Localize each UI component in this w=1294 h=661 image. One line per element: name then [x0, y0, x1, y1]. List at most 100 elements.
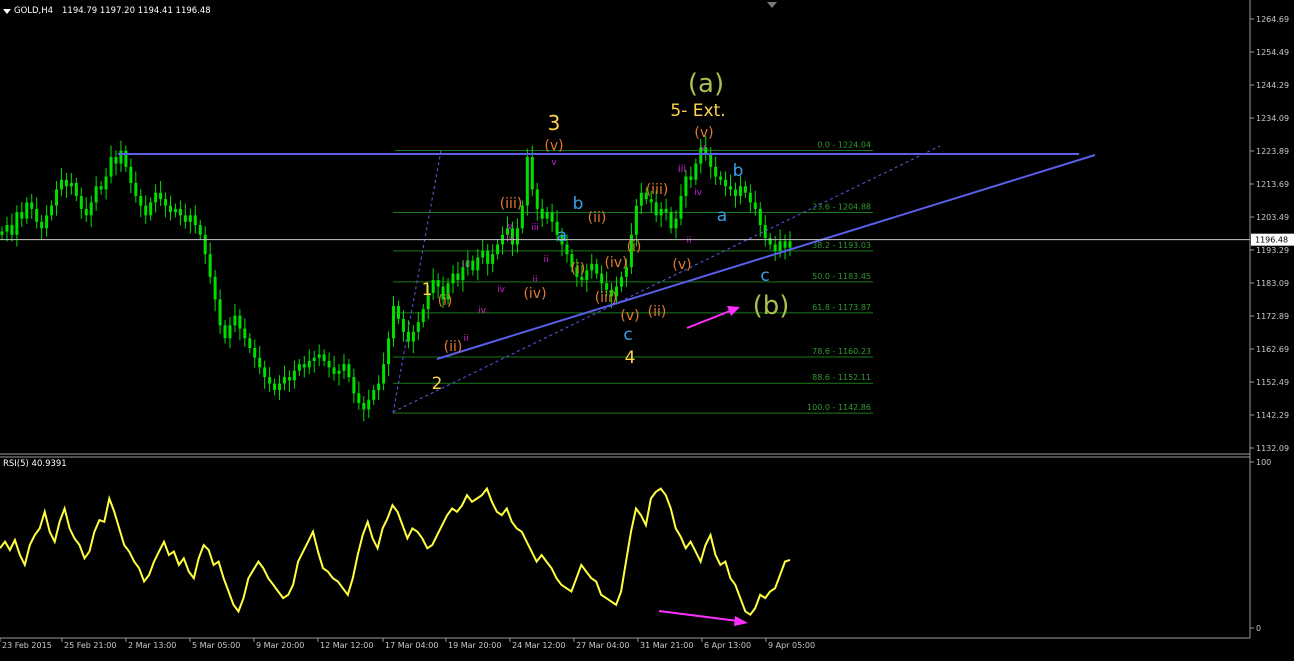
candle-body	[193, 215, 197, 226]
candle-body	[724, 179, 728, 187]
candle-body	[654, 202, 658, 216]
candle-body	[233, 315, 237, 326]
candle-body	[109, 157, 113, 177]
candle-body	[55, 189, 59, 206]
candle-body	[50, 205, 54, 216]
price-tick-label: 1152.49	[1256, 378, 1289, 387]
candle-body	[496, 244, 500, 255]
candle-body	[634, 205, 638, 235]
time-tick-label: 23 Feb 2015	[2, 641, 52, 650]
wave-label: iii	[462, 260, 470, 270]
time-tick-label: 9 Apr 05:00	[768, 641, 815, 650]
fib-level-label: 61.8 - 1173.87	[812, 303, 871, 312]
candle-body	[669, 212, 673, 229]
candle-body	[411, 331, 415, 342]
price-tick-label: 1162.69	[1256, 345, 1289, 354]
candle-body	[208, 254, 212, 277]
time-tick-label: 17 Mar 04:00	[385, 641, 438, 650]
candle-body	[550, 212, 554, 222]
fib-level-label: 78.6 - 1160.23	[812, 347, 871, 356]
fib-level-label: 88.6 - 1152.11	[812, 373, 871, 382]
candle-body	[287, 377, 291, 381]
price-tick-label: 1193.29	[1256, 246, 1289, 255]
candle-body	[763, 225, 767, 238]
candle-body	[144, 205, 148, 216]
candle-body	[317, 354, 321, 358]
candle-body	[530, 157, 534, 190]
candle-body	[773, 244, 777, 251]
time-tick-label: 5 Mar 05:00	[192, 641, 240, 650]
candle-body	[273, 383, 277, 391]
candle-body	[253, 347, 257, 358]
candle-body	[268, 377, 272, 384]
wave-label: iv	[497, 285, 506, 295]
candle-body	[392, 305, 396, 339]
candle-body	[639, 192, 643, 206]
candle-body	[10, 225, 14, 235]
candle-body	[84, 208, 88, 216]
candle-body	[178, 208, 182, 216]
price-tick-label: 1244.29	[1256, 81, 1289, 90]
candle-body	[545, 212, 549, 219]
wave-label: iii	[531, 223, 539, 233]
candle-body	[149, 202, 153, 216]
wave-label: b	[733, 161, 744, 181]
fib-level-label: 38.2 - 1193.03	[812, 241, 871, 250]
candle-body	[481, 250, 485, 258]
wave-label: ii	[543, 255, 548, 265]
candle-body	[396, 305, 400, 319]
candle-body	[758, 208, 762, 226]
wave-label: 5- Ext.	[670, 101, 725, 121]
candle-body	[213, 276, 217, 300]
candle-body	[416, 322, 420, 332]
chart-canvas[interactable]: GOLD,H4 1194.79 1197.20 1194.41 1196.48 …	[0, 0, 1294, 657]
time-tick-label: 9 Mar 20:00	[256, 641, 304, 650]
candle-body	[367, 399, 371, 410]
wave-label: a	[557, 226, 567, 246]
candle-body	[714, 166, 718, 177]
candle-body	[114, 157, 118, 164]
candle-body	[164, 199, 168, 206]
candle-body	[292, 370, 296, 381]
fib-level-label: 100.0 - 1142.86	[807, 403, 871, 412]
candle-body	[456, 273, 460, 281]
wave-label: (i)	[571, 261, 586, 277]
candle-body	[218, 299, 222, 326]
wave-label: ii	[463, 334, 468, 344]
time-tick-label: 12 Mar 12:00	[320, 641, 373, 650]
candle-body	[223, 325, 227, 339]
wave-label: c	[760, 266, 769, 286]
chart-window[interactable]: GOLD,H4 1194.79 1197.20 1194.41 1196.48 …	[0, 0, 1294, 657]
wave-label: ii	[686, 236, 691, 246]
chart-background	[0, 0, 1294, 657]
candle-body	[525, 157, 529, 206]
candle-body	[25, 202, 29, 219]
rsi-label: RSI(5) 40.9391	[3, 459, 67, 469]
candle-body	[327, 360, 331, 368]
candle-body	[753, 202, 757, 209]
wave-label: (ii)	[588, 210, 607, 226]
candle-body	[674, 218, 678, 229]
candle-body	[387, 338, 391, 365]
candle-body	[169, 205, 173, 213]
candle-body	[788, 241, 792, 248]
candle-body	[228, 325, 232, 339]
candle-body	[377, 383, 381, 391]
wave-label: (v)	[694, 125, 713, 141]
candle-body	[20, 212, 24, 219]
candle-body	[198, 225, 202, 235]
candle-body	[104, 176, 108, 190]
wave-label: (ii)	[444, 339, 463, 355]
price-tick-label: 1223.89	[1256, 147, 1289, 156]
candle-body	[30, 202, 34, 209]
candle-body	[248, 338, 252, 348]
candle-body	[540, 208, 544, 219]
wave-label: iv	[694, 188, 703, 198]
candle-body	[238, 315, 242, 329]
price-tick-label: 1172.89	[1256, 312, 1289, 321]
time-tick-label: 25 Feb 21:00	[64, 641, 116, 650]
wave-label: 3	[548, 111, 561, 135]
candle-body	[436, 280, 440, 287]
wave-label: (ii)	[648, 304, 667, 320]
candle-body	[486, 250, 490, 264]
